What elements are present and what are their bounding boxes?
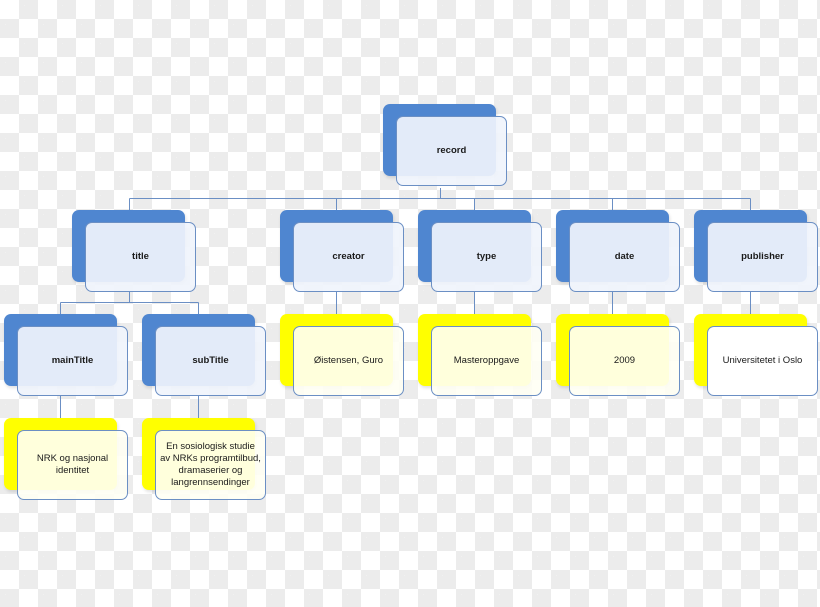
node-front-card: NRK og nasjonal identitet [17, 430, 128, 500]
node-creator: creator [280, 210, 406, 294]
connector-lines [60, 188, 751, 430]
value-subTitle: En sosiologisk studie av NRKs programtil… [142, 418, 268, 502]
value-label: NRK og nasjonal identitet [36, 453, 109, 476]
node-subTitle: subTitle [142, 314, 268, 398]
node-label: type [476, 251, 497, 262]
value-creator: Øistensen, Guro [280, 314, 406, 398]
node-type: type [418, 210, 544, 294]
node-label: mainTitle [51, 355, 94, 366]
node-publisher: publisher [694, 210, 820, 294]
node-label: title [132, 251, 149, 262]
node-front-card: En sosiologisk studie av NRKs programtil… [155, 430, 266, 500]
node-front-card: Øistensen, Guro [293, 326, 404, 396]
value-label: En sosiologisk studie av NRKs programtil… [160, 441, 261, 488]
value-label: Masteroppgave [453, 355, 520, 366]
value-mainTitle: NRK og nasjonal identitet [4, 418, 130, 502]
node-label: creator [332, 251, 365, 262]
node-label: record [436, 145, 467, 156]
node-label: subTitle [192, 355, 229, 366]
node-front-card: Universitetet i Oslo [707, 326, 818, 396]
node-mainTitle: mainTitle [4, 314, 130, 398]
node-front-card: publisher [707, 222, 818, 292]
metadata-hierarchy-diagram: record title creator type date publisher [0, 0, 820, 607]
node-front-card: mainTitle [17, 326, 128, 396]
value-publisher: Universitetet i Oslo [694, 314, 820, 398]
node-label: publisher [741, 251, 784, 262]
node-front-card: type [431, 222, 542, 292]
node-date: date [556, 210, 682, 294]
node-front-card: date [569, 222, 680, 292]
node-front-card: title [85, 222, 196, 292]
value-date: 2009 [556, 314, 682, 398]
value-label: Øistensen, Guro [313, 355, 384, 366]
node-front-card: record [396, 116, 507, 186]
node-front-card: Masteroppgave [431, 326, 542, 396]
node-label: date [614, 251, 635, 262]
node-title: title [72, 210, 198, 294]
node-front-card: creator [293, 222, 404, 292]
value-type: Masteroppgave [418, 314, 544, 398]
value-label: 2009 [613, 355, 636, 366]
node-front-card: subTitle [155, 326, 266, 396]
value-label: Universitetet i Oslo [722, 355, 803, 366]
node-record: record [383, 104, 509, 188]
node-front-card: 2009 [569, 326, 680, 396]
